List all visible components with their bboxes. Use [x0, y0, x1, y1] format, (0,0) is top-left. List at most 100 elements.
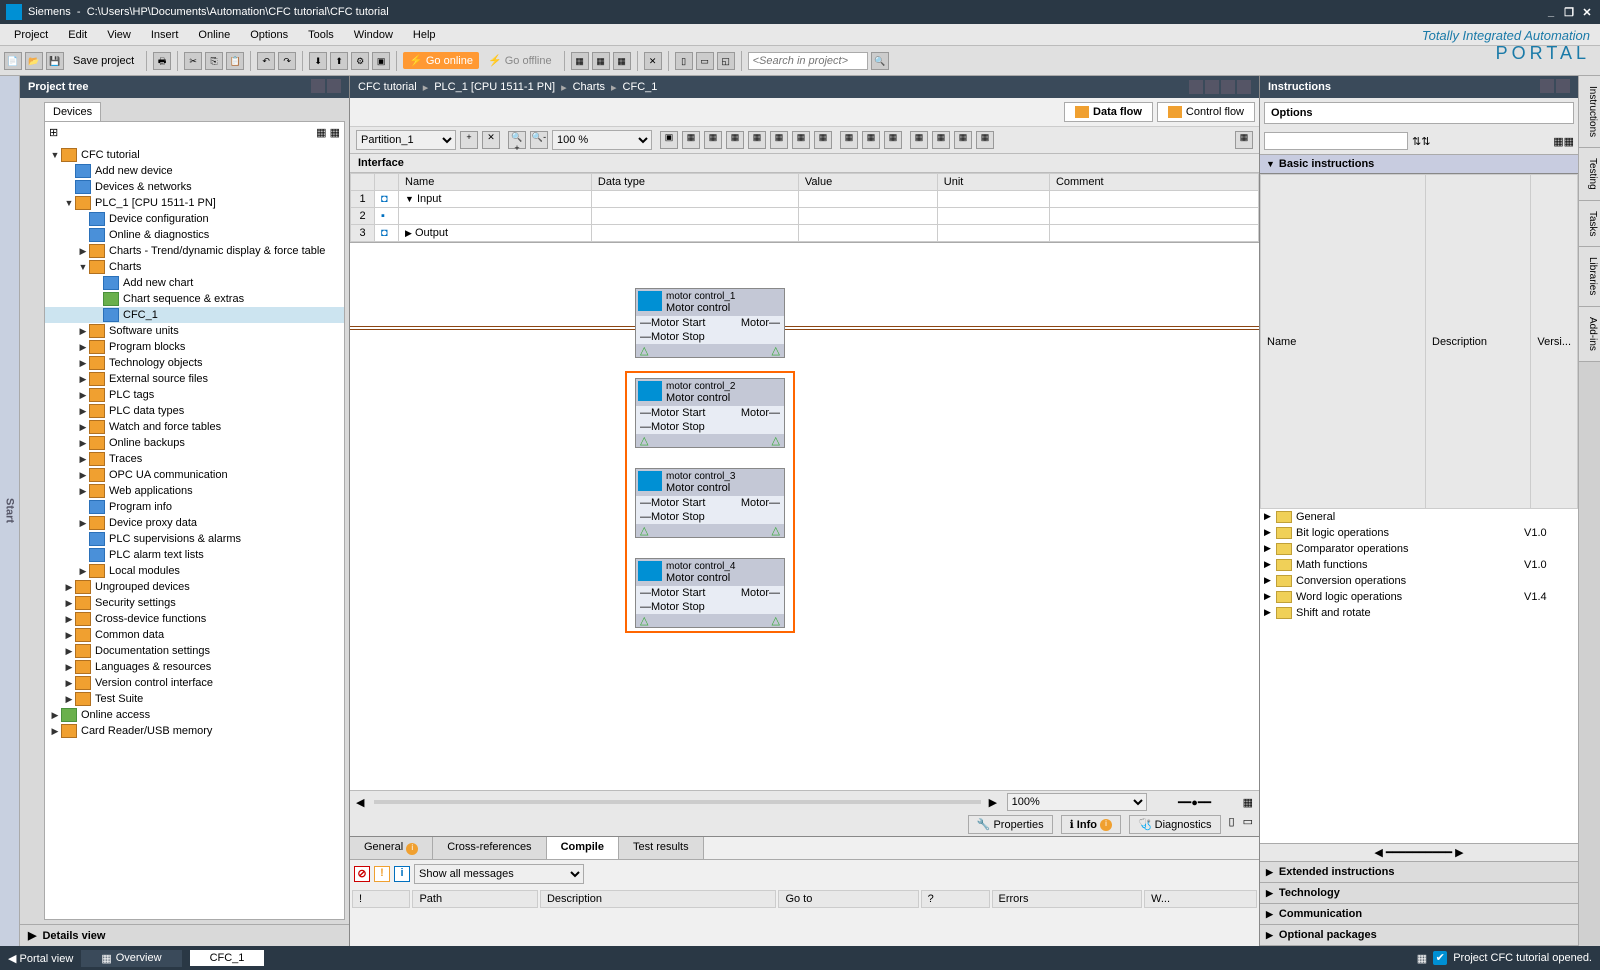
- tree-item[interactable]: ▶Program blocks: [45, 339, 344, 355]
- float-button[interactable]: ◱: [717, 52, 735, 70]
- search-button[interactable]: 🔍: [871, 52, 889, 70]
- menu-view[interactable]: View: [97, 27, 141, 43]
- info-tab[interactable]: ℹInfoi: [1061, 815, 1121, 834]
- print-button[interactable]: 🖶: [153, 52, 171, 70]
- inspector-max-button[interactable]: ▭: [1243, 815, 1253, 834]
- split-h-button[interactable]: ▯: [675, 52, 693, 70]
- tree-item[interactable]: ▶Common data: [45, 627, 344, 643]
- maximize-button[interactable]: ❐: [1562, 5, 1576, 19]
- interface-row[interactable]: 1◘▼ Input: [351, 191, 1259, 208]
- instruction-item[interactable]: ▶Math functionsV1.0: [1260, 557, 1578, 573]
- portal-view-button[interactable]: ◀ Portal view: [8, 952, 73, 965]
- pin-right-button[interactable]: [1556, 79, 1570, 93]
- details-view-header[interactable]: ▶ Details view: [20, 924, 349, 946]
- tb4[interactable]: ▦: [726, 131, 744, 149]
- tree-item[interactable]: ▶Online access: [45, 707, 344, 723]
- zoom-select[interactable]: 100 %: [552, 130, 652, 150]
- side-tab-testing[interactable]: Testing: [1579, 148, 1600, 201]
- delete-partition-button[interactable]: ✕: [482, 131, 500, 149]
- breadcrumb-item[interactable]: CFC tutorial: [358, 81, 417, 93]
- tb1[interactable]: ▣: [660, 131, 678, 149]
- function-block[interactable]: motor control_1Motor control—Motor Start…: [635, 288, 785, 358]
- sort-desc-button[interactable]: ⇅: [1421, 135, 1430, 148]
- tree-item[interactable]: ▶PLC tags: [45, 387, 344, 403]
- message-filter-select[interactable]: Show all messages: [414, 864, 584, 884]
- tree-item[interactable]: ▶Traces: [45, 451, 344, 467]
- input-pin[interactable]: —Motor Start: [640, 587, 705, 599]
- tree-item[interactable]: ▶Cross-device functions: [45, 611, 344, 627]
- tree-item[interactable]: ▶Ungrouped devices: [45, 579, 344, 595]
- instruction-item[interactable]: ▶Conversion operations: [1260, 573, 1578, 589]
- input-pin[interactable]: —Motor Stop: [640, 601, 705, 613]
- devices-tab[interactable]: Devices: [44, 102, 101, 121]
- tree-item[interactable]: Chart sequence & extras: [45, 291, 344, 307]
- accordion-communication[interactable]: ▶Communication: [1260, 904, 1578, 925]
- data-flow-tab[interactable]: Data flow: [1064, 102, 1153, 122]
- cfc-canvas[interactable]: motor control_1Motor control—Motor Start…: [350, 243, 1259, 790]
- tb3[interactable]: ▦: [704, 131, 722, 149]
- tb2[interactable]: ▦: [682, 131, 700, 149]
- start-tab[interactable]: Start: [0, 76, 20, 946]
- tree-item[interactable]: ▼Charts: [45, 259, 344, 275]
- close-button[interactable]: ✕: [1580, 5, 1594, 19]
- info-tab-test-results[interactable]: Test results: [619, 837, 704, 859]
- tb6[interactable]: ▦: [770, 131, 788, 149]
- function-block[interactable]: motor control_2Motor control—Motor Start…: [635, 378, 785, 448]
- menu-help[interactable]: Help: [403, 27, 446, 43]
- pin-left-button[interactable]: [327, 79, 341, 93]
- input-pin[interactable]: —Motor Stop: [640, 331, 705, 343]
- output-pin[interactable]: Motor—: [741, 497, 780, 509]
- network-button[interactable]: ▦: [592, 52, 610, 70]
- tree-item[interactable]: ▶Device proxy data: [45, 515, 344, 531]
- editor-float[interactable]: [1205, 80, 1219, 94]
- menu-project[interactable]: Project: [4, 27, 58, 43]
- menu-online[interactable]: Online: [188, 27, 240, 43]
- menu-window[interactable]: Window: [344, 27, 403, 43]
- tb9[interactable]: ▦: [840, 131, 858, 149]
- warning-filter-button[interactable]: !: [374, 866, 390, 882]
- control-flow-tab[interactable]: Control flow: [1157, 102, 1255, 122]
- sort-asc-button[interactable]: ⇅: [1412, 135, 1421, 148]
- input-pin[interactable]: —Motor Stop: [640, 511, 705, 523]
- tb5[interactable]: ▦: [748, 131, 766, 149]
- accordion-technology[interactable]: ▶Technology: [1260, 883, 1578, 904]
- go-offline-button[interactable]: ⚡ Go offline: [482, 52, 558, 69]
- save-button[interactable]: 💾: [46, 52, 64, 70]
- properties-tab[interactable]: 🔧Properties: [968, 815, 1053, 834]
- redo-button[interactable]: ↷: [278, 52, 296, 70]
- function-block[interactable]: motor control_3Motor control—Motor Start…: [635, 468, 785, 538]
- tb15[interactable]: ▦: [976, 131, 994, 149]
- tree-item[interactable]: ▶Test Suite: [45, 691, 344, 707]
- menu-options[interactable]: Options: [240, 27, 298, 43]
- side-tab-add-ins[interactable]: Add-ins: [1579, 307, 1600, 362]
- tree-item[interactable]: Online & diagnostics: [45, 227, 344, 243]
- tree-item[interactable]: ▶PLC data types: [45, 403, 344, 419]
- output-pin[interactable]: Motor—: [741, 587, 780, 599]
- tree-item[interactable]: ▼PLC_1 [CPU 1511-1 PN]: [45, 195, 344, 211]
- tree-item[interactable]: Add new device: [45, 163, 344, 179]
- tree-item[interactable]: PLC alarm text lists: [45, 547, 344, 563]
- menu-insert[interactable]: Insert: [141, 27, 189, 43]
- tb13[interactable]: ▦: [932, 131, 950, 149]
- compile-button[interactable]: ⚙: [351, 52, 369, 70]
- tree-network-button[interactable]: ▦: [316, 127, 326, 139]
- tb8[interactable]: ▦: [814, 131, 832, 149]
- tree-item[interactable]: ▶Online backups: [45, 435, 344, 451]
- tree-item[interactable]: Devices & networks: [45, 179, 344, 195]
- tree-item[interactable]: Program info: [45, 499, 344, 515]
- cut-button[interactable]: ✂: [184, 52, 202, 70]
- close-panel-button[interactable]: ✕: [644, 52, 662, 70]
- input-pin[interactable]: —Motor Start: [640, 407, 705, 419]
- open-project-button[interactable]: 📂: [25, 52, 43, 70]
- info-filter-button[interactable]: i: [394, 866, 410, 882]
- tree-view-button[interactable]: ⊞: [49, 126, 58, 139]
- new-project-button[interactable]: 📄: [4, 52, 22, 70]
- collapse-right-button[interactable]: [1540, 79, 1554, 93]
- split-v-button[interactable]: ▭: [696, 52, 714, 70]
- editor-close[interactable]: [1237, 80, 1251, 94]
- inspector-min-button[interactable]: ▯: [1229, 815, 1235, 834]
- tb14[interactable]: ▦: [954, 131, 972, 149]
- instruction-item[interactable]: ▶Comparator operations: [1260, 541, 1578, 557]
- menu-tools[interactable]: Tools: [298, 27, 344, 43]
- tb12[interactable]: ▦: [910, 131, 928, 149]
